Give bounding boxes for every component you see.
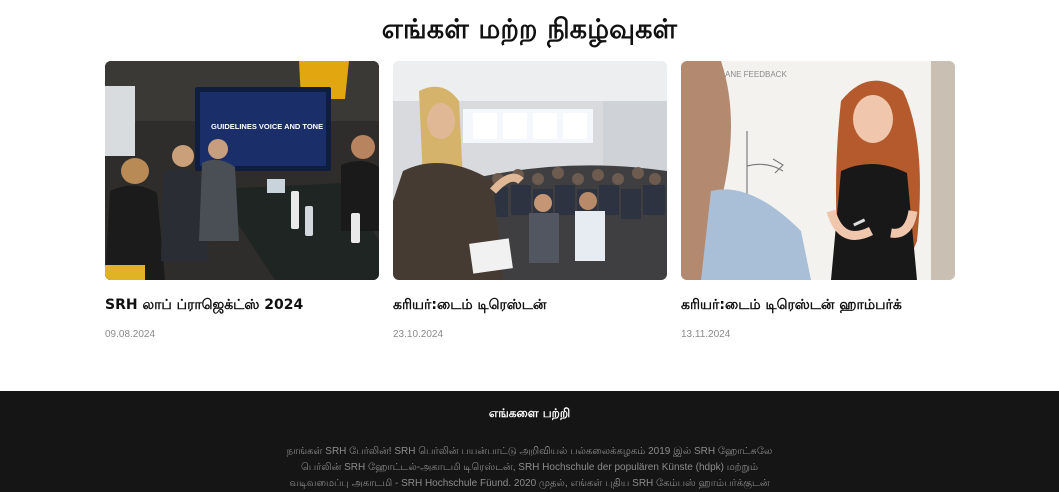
whiteboard-writing: ANE FEEDBACK: [725, 70, 787, 79]
footer-line: வடிவமைப்பு அகாடமி - SRH Hochschule Füund…: [289, 478, 770, 489]
event-date: 13.11.2024: [681, 329, 731, 340]
event-image[interactable]: GUIDELINES VOICE AND TONE: [105, 61, 379, 280]
section-title: எங்கள் மற்ற நிகழ்வுகள்: [381, 14, 678, 45]
event-date: 09.08.2024: [105, 329, 156, 340]
event-card[interactable]: ANE FEEDBACK கரியர்:டைம் டிரெஸ்டன் ஹாம்ப…: [681, 61, 955, 340]
event-card[interactable]: GUIDELINES VOICE AND TONE SRH லாப் ப்ராஜ…: [105, 61, 379, 340]
event-title[interactable]: SRH லாப் ப்ராஜெக்ட்ஸ் 2024: [105, 297, 379, 315]
event-title[interactable]: கரியர்:டைம் டிரெஸ்டன் ஹாம்பர்க்: [681, 297, 955, 315]
footer-about-text: நாங்கள் SRH பேர்லின்! SRH பெர்லின் பயன்ப…: [250, 444, 809, 492]
footer-heading: எங்களை பற்றி: [488, 406, 571, 420]
event-image[interactable]: [393, 61, 667, 280]
footer: எங்களை பற்றி நாங்கள் SRH பேர்லின்! SRH ப…: [0, 391, 1059, 492]
event-card[interactable]: கரியர்:டைம் டிரெஸ்டன் 23.10.2024: [393, 61, 667, 340]
footer-line: பெர்லின் SRH ஹோட்டல்-அகாடமி டிரெஸ்டன், S…: [300, 462, 759, 473]
screen-text: GUIDELINES VOICE AND TONE: [211, 122, 323, 131]
event-title[interactable]: கரியர்:டைம் டிரெஸ்டன்: [393, 297, 667, 315]
event-image[interactable]: ANE FEEDBACK: [681, 61, 955, 280]
event-date: 23.10.2024: [393, 329, 444, 340]
footer-line: நாங்கள் SRH பேர்லின்! SRH பெர்லின் பயன்ப…: [286, 446, 773, 457]
